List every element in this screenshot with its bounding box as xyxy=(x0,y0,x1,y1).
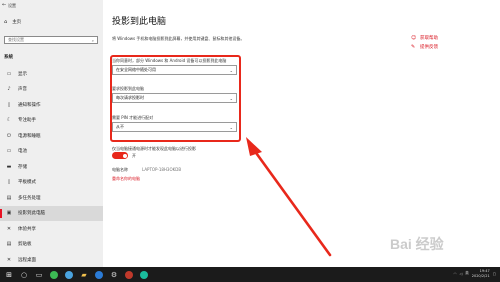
settings-search-input[interactable]: 查找设置 ⌕ xyxy=(4,36,98,44)
notification-icon: ▯ xyxy=(7,101,11,108)
pc-name-row: 电脑名称 LAPTOP-18H3OKDB xyxy=(112,167,181,173)
sidebar-item-label: 通知和操作 xyxy=(18,102,41,108)
notification-center-icon[interactable]: ▢ xyxy=(493,272,496,276)
system-tray: ◠ ◁ 英 19:47 2020/2/21 ▢ xyxy=(453,269,496,278)
highlight-box xyxy=(110,55,241,142)
search-icon: ⌕ xyxy=(91,37,94,43)
sidebar-item-display[interactable]: ▭ 显示 xyxy=(0,66,103,82)
window-title: 设置 xyxy=(8,3,16,8)
shared-experience-icon: ✕ xyxy=(6,225,12,232)
app-icon[interactable] xyxy=(63,269,75,281)
get-help-link[interactable]: ☺ 获取帮助 xyxy=(411,33,438,42)
sidebar-item-label: 电池 xyxy=(18,149,27,155)
taskbar: ⊞ ○ ▭ ▰ ⚙ ◠ ◁ 英 19:47 2020/2/21 ▢ xyxy=(0,267,500,282)
sidebar-item-clipboard[interactable]: ▤ 剪贴板 xyxy=(0,237,103,253)
clock-date: 2020/2/21 xyxy=(471,273,490,278)
sidebar-item-multitask[interactable]: ▤ 多任务处理 xyxy=(0,190,103,206)
battery-icon: ▭ xyxy=(6,148,12,155)
sidebar-item-storage[interactable]: ▬ 存储 xyxy=(0,159,103,175)
app-icon-2[interactable] xyxy=(123,269,135,281)
feedback-icon: ✎ xyxy=(411,43,416,50)
file-explorer-icon[interactable]: ▰ xyxy=(78,269,90,281)
main-content: 投影到此电脑 将 Windows 手机和电脑投影到此屏幕，并使用其键盘、鼠标和其… xyxy=(103,0,500,267)
search-placeholder: 查找设置 xyxy=(8,37,24,42)
page-description: 将 Windows 手机和电脑投影到此屏幕，并使用其键盘、鼠标和其他设备。 xyxy=(112,36,245,41)
focus-assist-icon: ☾ xyxy=(6,117,12,124)
plugged-in-toggle-row: 开 xyxy=(112,152,136,159)
browser-icon[interactable] xyxy=(48,269,60,281)
sidebar-item-power[interactable]: ⏻ 电源和睡眠 xyxy=(0,128,103,144)
settings-sidebar: ← 设置 ⌂ 主页 查找设置 ⌕ 系统 ▭ 显示 ♪ 声音 ▯ 通知和操作 ☾ 专注助手 ⏻ 电源… xyxy=(0,0,103,267)
watermark-logo: Bai 经验 xyxy=(390,236,444,252)
input-language[interactable]: 英 xyxy=(465,271,469,276)
clipboard-icon: ▤ xyxy=(6,241,12,248)
sidebar-item-battery[interactable]: ▭ 电池 xyxy=(0,144,103,160)
feedback-label: 提供反馈 xyxy=(420,44,438,50)
sidebar-nav: ▭ 显示 ♪ 声音 ▯ 通知和操作 ☾ 专注助手 ⏻ 电源和睡眠 ▭ 电池 ▬ 存储 ▯ 平板模式 ▤ 多任务处理… xyxy=(0,66,103,268)
multitask-icon: ▤ xyxy=(6,194,12,201)
sidebar-item-label: 存储 xyxy=(18,164,27,170)
search-icon[interactable]: ○ xyxy=(18,269,30,281)
settings-gear-icon[interactable]: ⚙ xyxy=(108,269,120,281)
volume-icon[interactable]: ◁ xyxy=(460,272,463,276)
feedback-link[interactable]: ✎ 提供反馈 xyxy=(411,42,438,51)
project-icon: ▣ xyxy=(6,210,12,217)
clock[interactable]: 19:47 2020/2/21 xyxy=(472,269,490,278)
sidebar-item-label: 体验共享 xyxy=(18,226,36,232)
windows-start-icon[interactable]: ⊞ xyxy=(3,269,15,281)
sidebar-item-project[interactable]: ▣ 投影到此电脑 xyxy=(0,205,103,221)
get-help-label: 获取帮助 xyxy=(420,35,438,41)
help-links: ☺ 获取帮助 ✎ 提供反馈 xyxy=(411,33,438,51)
pc-name-value: LAPTOP-18H3OKDB xyxy=(142,167,182,172)
rename-pc-link[interactable]: 重命名你的电脑 xyxy=(112,176,140,182)
home-label: 主页 xyxy=(12,19,22,25)
section-label-system: 系统 xyxy=(4,55,13,60)
pc-name-label: 电脑名称 xyxy=(112,167,128,172)
help-icon: ☺ xyxy=(411,34,417,41)
sidebar-item-remote-desktop[interactable]: ✕ 远程桌面 xyxy=(0,252,103,268)
task-view-icon[interactable]: ▭ xyxy=(33,269,45,281)
sidebar-item-label: 平板模式 xyxy=(18,180,36,186)
sidebar-item-label: 电源和睡眠 xyxy=(18,133,41,139)
sidebar-item-shared-experience[interactable]: ✕ 体验共享 xyxy=(0,221,103,237)
sidebar-item-notification[interactable]: ▯ 通知和操作 xyxy=(0,97,103,113)
home-nav-item[interactable]: ⌂ 主页 xyxy=(4,18,21,25)
remote-desktop-icon: ✕ xyxy=(6,256,12,263)
sidebar-item-label: 投影到此电脑 xyxy=(18,211,45,217)
sidebar-item-sound[interactable]: ♪ 声音 xyxy=(0,82,103,98)
back-arrow-icon[interactable]: ← xyxy=(2,2,6,8)
edge-icon[interactable] xyxy=(93,269,105,281)
app-icon-3[interactable] xyxy=(138,269,150,281)
home-icon: ⌂ xyxy=(4,18,8,25)
sidebar-item-tablet[interactable]: ▯ 平板模式 xyxy=(0,175,103,191)
sidebar-item-label: 剪贴板 xyxy=(18,242,32,248)
toggle-state-label: 开 xyxy=(132,152,136,158)
sound-icon: ♪ xyxy=(7,86,11,93)
tablet-icon: ▯ xyxy=(7,179,11,186)
network-icon[interactable]: ◠ xyxy=(453,272,456,276)
sidebar-item-label: 显示 xyxy=(18,71,27,77)
sidebar-item-focus-assist[interactable]: ☾ 专注助手 xyxy=(0,113,103,129)
sidebar-item-label: 专注助手 xyxy=(18,118,36,124)
display-icon: ▭ xyxy=(6,70,12,77)
storage-icon: ▬ xyxy=(6,163,12,170)
page-title: 投影到此电脑 xyxy=(112,17,167,27)
sidebar-item-label: 远程桌面 xyxy=(18,257,36,263)
sidebar-item-label: 多任务处理 xyxy=(18,195,41,201)
plugged-in-toggle[interactable] xyxy=(112,152,128,159)
sidebar-item-label: 声音 xyxy=(18,87,27,93)
power-icon: ⏻ xyxy=(7,132,11,139)
